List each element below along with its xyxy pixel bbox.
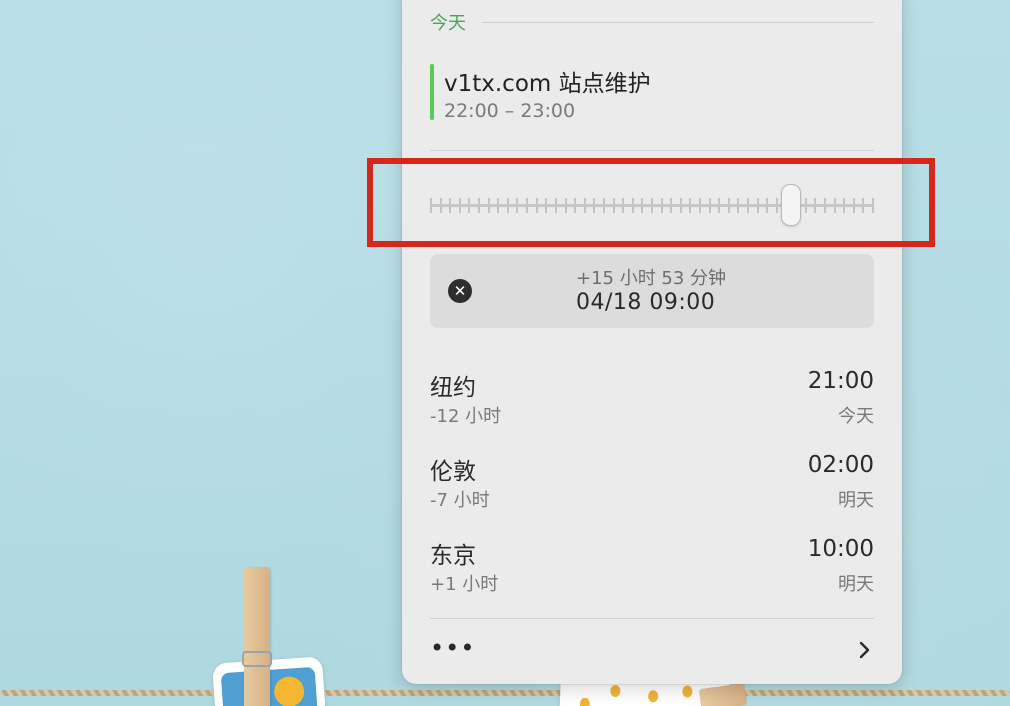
widget-footer: ••• (430, 636, 874, 666)
calendar-widget-panel: 今天 v1tx.com 站点维护 22:00 – 23:00 ✕ +15 小时 … (402, 0, 902, 684)
chevron-right-icon[interactable] (854, 640, 874, 660)
clothespin-decoration (242, 567, 272, 706)
city-time: 21:00 (807, 368, 874, 394)
event-color-bar (430, 64, 434, 120)
world-clock-row[interactable]: 伦敦 -7 小时 02:00 明天 (430, 452, 874, 512)
offset-datetime: 04/18 09:00 (576, 290, 716, 315)
city-name: 东京 (430, 543, 476, 569)
divider (430, 150, 874, 151)
section-divider (482, 21, 874, 23)
clear-offset-icon[interactable]: ✕ (448, 279, 472, 303)
city-offset: -7 小时 (430, 490, 490, 511)
city-time: 02:00 (807, 452, 874, 478)
more-options-icon[interactable]: ••• (430, 636, 475, 660)
time-offset-box: ✕ +15 小时 53 分钟 04/18 09:00 (430, 254, 874, 328)
offset-delta: +15 小时 53 分钟 (576, 268, 727, 289)
section-label: 今天 (430, 13, 466, 34)
highlight-annotation-box (367, 158, 935, 247)
calendar-event[interactable]: v1tx.com 站点维护 22:00 – 23:00 (430, 64, 874, 122)
city-offset: -12 小时 (430, 406, 502, 427)
city-time: 10:00 (807, 536, 874, 562)
city-day: 今天 (838, 406, 874, 427)
city-day: 明天 (838, 490, 874, 511)
city-name: 纽约 (430, 375, 476, 401)
section-header-today: 今天 (430, 10, 874, 34)
divider (430, 618, 874, 619)
event-time: 22:00 – 23:00 (444, 100, 576, 122)
world-clock-row[interactable]: 东京 +1 小时 10:00 明天 (430, 536, 874, 596)
city-name: 伦敦 (430, 459, 476, 485)
event-title: v1tx.com 站点维护 (444, 71, 651, 97)
rope-decoration (0, 690, 1010, 696)
city-offset: +1 小时 (430, 574, 499, 595)
world-clock-row[interactable]: 纽约 -12 小时 21:00 今天 (430, 368, 874, 428)
city-day: 明天 (838, 574, 874, 595)
